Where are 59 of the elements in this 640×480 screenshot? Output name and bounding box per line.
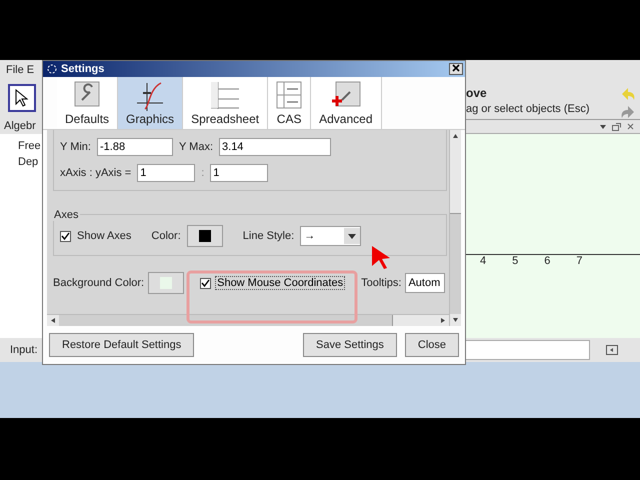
mouse-coordinates-checkbox[interactable] xyxy=(200,278,212,288)
field-label: Color: xyxy=(151,230,181,242)
axis-tick-label: 4 xyxy=(480,255,486,267)
graphics-view[interactable]: 4 5 6 7 xyxy=(466,134,640,338)
spreadsheet-icon xyxy=(210,81,240,109)
panel-title: Algebr xyxy=(4,120,36,132)
axes-color-button[interactable] xyxy=(186,225,223,247)
check-mark-icon xyxy=(61,232,70,240)
field-label: xAxis : yAxis = xyxy=(60,167,132,179)
tooltips-dropdown[interactable]: Autom xyxy=(405,273,446,293)
tool-hint: ag or select objects (Esc) xyxy=(466,103,590,115)
axis-tick-label: 7 xyxy=(576,255,582,267)
checkbox-label: Show Mouse Coordinates xyxy=(215,276,346,290)
field-label: Tooltips: xyxy=(361,277,402,289)
y-max-field[interactable]: 3.14 xyxy=(219,138,332,156)
check-mark-icon xyxy=(201,278,210,288)
tool-name: ove xyxy=(466,86,488,100)
y-axis-ratio-field[interactable]: 1 xyxy=(210,164,268,182)
background-color-button[interactable] xyxy=(148,272,184,294)
vertical-scrollbar[interactable] xyxy=(449,130,461,326)
graph-icon xyxy=(135,81,166,111)
settings-tab[interactable]: Graphics xyxy=(118,77,184,129)
color-swatch-icon xyxy=(160,277,172,289)
undock-icon[interactable] xyxy=(612,122,621,130)
algebra-item[interactable]: Free xyxy=(18,140,42,152)
wrench-icon xyxy=(74,81,100,107)
input-label: Input: xyxy=(10,344,38,356)
color-swatch-icon xyxy=(198,230,211,242)
field-label: Background Color: xyxy=(53,277,144,289)
x-axis-ratio-field[interactable]: 1 xyxy=(137,164,196,182)
move-tool-button[interactable] xyxy=(8,84,36,112)
mouse-cursor-icon xyxy=(370,244,392,270)
arrow-pointer-icon xyxy=(15,89,29,107)
show-axes-checkbox[interactable] xyxy=(60,230,71,242)
close-icon[interactable] xyxy=(627,123,634,130)
checkbox-label: Show Axes xyxy=(77,230,132,242)
axis-tick-label: 5 xyxy=(512,255,518,267)
close-button[interactable] xyxy=(449,63,463,75)
field-label: Y Min: xyxy=(60,141,91,153)
ratio-separator: : xyxy=(201,167,204,179)
input-field[interactable] xyxy=(464,340,590,360)
menu-item[interactable]: File xyxy=(6,64,24,76)
axis-tick-label: 6 xyxy=(544,255,550,267)
cas-table-icon xyxy=(276,81,302,109)
line-style-dropdown[interactable]: → xyxy=(300,226,362,246)
restore-defaults-button[interactable]: Restore Default Settings xyxy=(49,333,194,357)
keyboard-toggle-icon[interactable] xyxy=(606,345,618,355)
dialog-title: Settings xyxy=(61,63,104,75)
menu-item[interactable]: E xyxy=(26,64,34,76)
field-label: Y Max: xyxy=(178,141,214,153)
wrench-plus-icon xyxy=(330,81,361,109)
y-min-field[interactable]: -1.88 xyxy=(96,138,173,156)
close-button[interactable]: Close xyxy=(404,333,459,357)
group-title: Axes xyxy=(54,209,78,221)
spinner-icon xyxy=(47,64,57,74)
algebra-item[interactable]: Dep xyxy=(18,156,42,168)
field-label: Line Style: xyxy=(242,230,294,242)
save-settings-button[interactable]: Save Settings xyxy=(303,333,397,357)
caret-icon[interactable] xyxy=(600,124,606,128)
